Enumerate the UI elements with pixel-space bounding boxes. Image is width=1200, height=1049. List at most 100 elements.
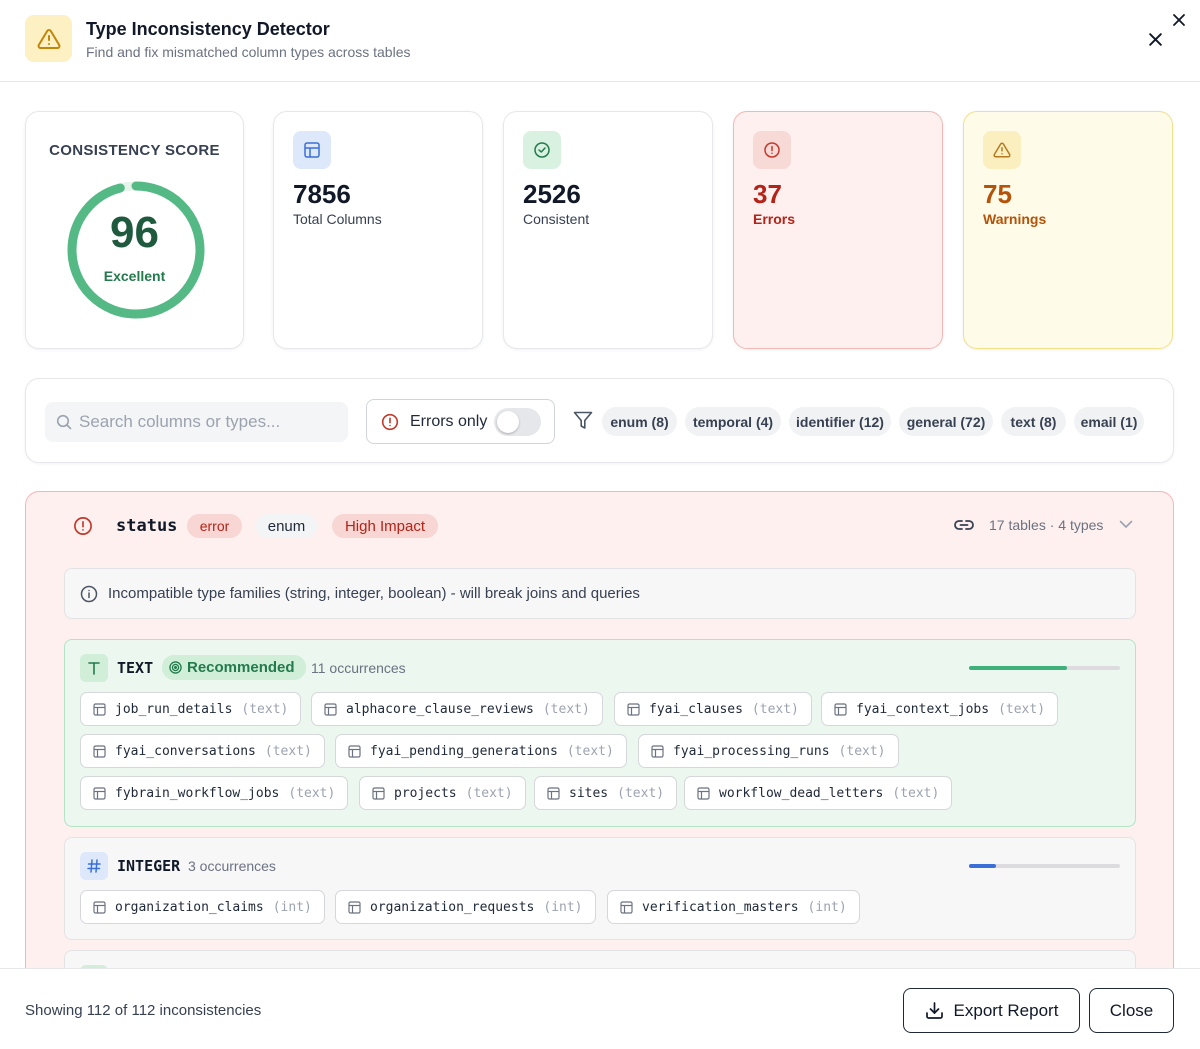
table-icon: [93, 745, 106, 758]
filter-bar: Errors only enum (8) temporal (4) identi…: [25, 378, 1174, 463]
table-tag[interactable]: workflow_dead_letters (text): [684, 776, 953, 810]
table-type: (text): [241, 701, 289, 717]
table-name: sites: [569, 785, 609, 801]
alert-circle-icon: [381, 413, 399, 431]
dialog-subtitle: Find and fix mismatched column types acr…: [86, 44, 411, 60]
table-type: (int): [543, 899, 583, 915]
table-tag[interactable]: fyai_pending_generations (text): [335, 734, 627, 768]
table-icon: [93, 703, 106, 716]
table-type: (text): [542, 701, 590, 717]
filter-chip-general[interactable]: general (72): [899, 407, 993, 436]
chevron-down-icon[interactable]: [1119, 520, 1133, 529]
table-name: projects: [394, 785, 457, 801]
table-type: (text): [465, 785, 513, 801]
table-name: fybrain_workflow_jobs: [115, 785, 280, 801]
filter-chip-temporal[interactable]: temporal (4): [685, 407, 781, 436]
search-box: [45, 402, 348, 442]
table-tag[interactable]: alphacore_clause_reviews (text): [311, 692, 603, 726]
occurrence-count: 11 occurrences: [311, 660, 406, 676]
table-name: fyai_clauses: [649, 701, 743, 717]
close-button[interactable]: Close: [1089, 988, 1174, 1033]
table-icon: [348, 745, 361, 758]
errors-only-switch[interactable]: [494, 408, 541, 436]
table-icon: [697, 787, 710, 800]
table-type: (text): [288, 785, 336, 801]
filter-chip-text[interactable]: text (8): [1001, 407, 1066, 436]
table-type: (text): [617, 785, 665, 801]
table-icon: [372, 787, 385, 800]
link-icon: [954, 520, 974, 530]
alert-circle-icon: [74, 517, 92, 535]
dialog-header: Type Inconsistency Detector Find and fix…: [0, 0, 1200, 82]
table-type: (text): [838, 743, 886, 759]
warning-triangle-icon: [25, 15, 72, 62]
warnings-value: 75: [983, 179, 1012, 209]
score-label: CONSISTENCY SCORE: [49, 142, 220, 159]
share-fill: [969, 864, 997, 868]
table-icon: [348, 901, 361, 914]
results-summary: Showing 112 of 112 inconsistencies: [25, 1002, 262, 1019]
search-icon: [56, 414, 72, 430]
info-icon: [80, 585, 98, 603]
table-tag[interactable]: sites (text): [534, 776, 678, 810]
table-icon: [324, 703, 337, 716]
table-icon: [93, 901, 106, 914]
table-icon: [620, 901, 633, 914]
close-label: Close: [1109, 1000, 1154, 1020]
occurrence-share-bar: [969, 864, 1120, 868]
table-tag[interactable]: job_run_details (text): [80, 692, 302, 726]
table-tag[interactable]: organization_requests (int): [335, 890, 596, 924]
search-input[interactable]: [79, 402, 339, 442]
export-report-button[interactable]: Export Report: [903, 988, 1080, 1033]
warnings-card: 75 Warnings: [963, 111, 1173, 349]
table-icon: [627, 703, 640, 716]
check-circle-icon: [523, 131, 561, 169]
issue-message-box: Incompatible type families (string, inte…: [64, 568, 1136, 619]
table-tag[interactable]: fybrain_workflow_jobs (text): [80, 776, 349, 810]
table-tag[interactable]: projects (text): [359, 776, 526, 810]
table-icon: [293, 131, 331, 169]
type-group-text: TEXT Recommended 11 occurrences job_run_…: [64, 639, 1136, 827]
recommended-badge: Recommended: [162, 655, 306, 680]
table-tag[interactable]: fyai_processing_runs (text): [638, 734, 899, 768]
table-type: (text): [751, 701, 799, 717]
table-tag[interactable]: fyai_conversations (text): [80, 734, 325, 768]
recommended-label: Recommended: [187, 659, 295, 676]
filter-icon: [573, 411, 593, 429]
window-close-button[interactable]: [1169, 10, 1189, 30]
dialog-close-button[interactable]: [1142, 26, 1168, 52]
errors-card: 37 Errors: [733, 111, 943, 349]
table-type: (text): [566, 743, 614, 759]
issue-meta: 17 tables · 4 types: [989, 517, 1104, 533]
table-tag[interactable]: verification_masters (int): [607, 890, 860, 924]
filter-chip-email[interactable]: email (1): [1074, 407, 1144, 436]
table-tag[interactable]: fyai_clauses (text): [614, 692, 812, 726]
table-name: alphacore_clause_reviews: [346, 701, 534, 717]
hash-icon: [80, 852, 108, 880]
total-columns-card: 7856 Total Columns: [273, 111, 483, 349]
score-rating: Excellent: [103, 268, 166, 284]
consistent-label: Consistent: [523, 211, 590, 227]
severity-badge: error: [187, 514, 242, 538]
total-columns-label: Total Columns: [293, 211, 382, 227]
close-icon: [1173, 14, 1185, 26]
consistency-score-card: CONSISTENCY SCORE 96 Excellent: [25, 111, 244, 349]
alert-circle-icon: [753, 131, 791, 169]
occurrence-count: 3 occurrences: [188, 858, 276, 874]
filter-chip-identifier[interactable]: identifier (12): [789, 407, 891, 436]
table-icon: [834, 703, 847, 716]
table-tag[interactable]: fyai_context_jobs (text): [821, 692, 1059, 726]
issue-column-name: status: [116, 516, 178, 536]
consistent-value: 2526: [523, 179, 581, 209]
table-name: job_run_details: [115, 701, 233, 717]
table-tag[interactable]: organization_claims (int): [80, 890, 325, 924]
errors-only-label: Errors only: [410, 413, 488, 430]
warnings-label: Warnings: [983, 211, 1047, 227]
table-type: (text): [892, 785, 940, 801]
issue-panel[interactable]: status error enum High Impact 17 tables …: [25, 491, 1174, 1049]
errors-label: Errors: [753, 211, 796, 227]
table-name: fyai_conversations: [115, 743, 256, 759]
filter-chip-enum[interactable]: enum (8): [602, 407, 677, 436]
errors-only-toggle[interactable]: Errors only: [366, 399, 555, 444]
share-fill: [969, 666, 1068, 670]
